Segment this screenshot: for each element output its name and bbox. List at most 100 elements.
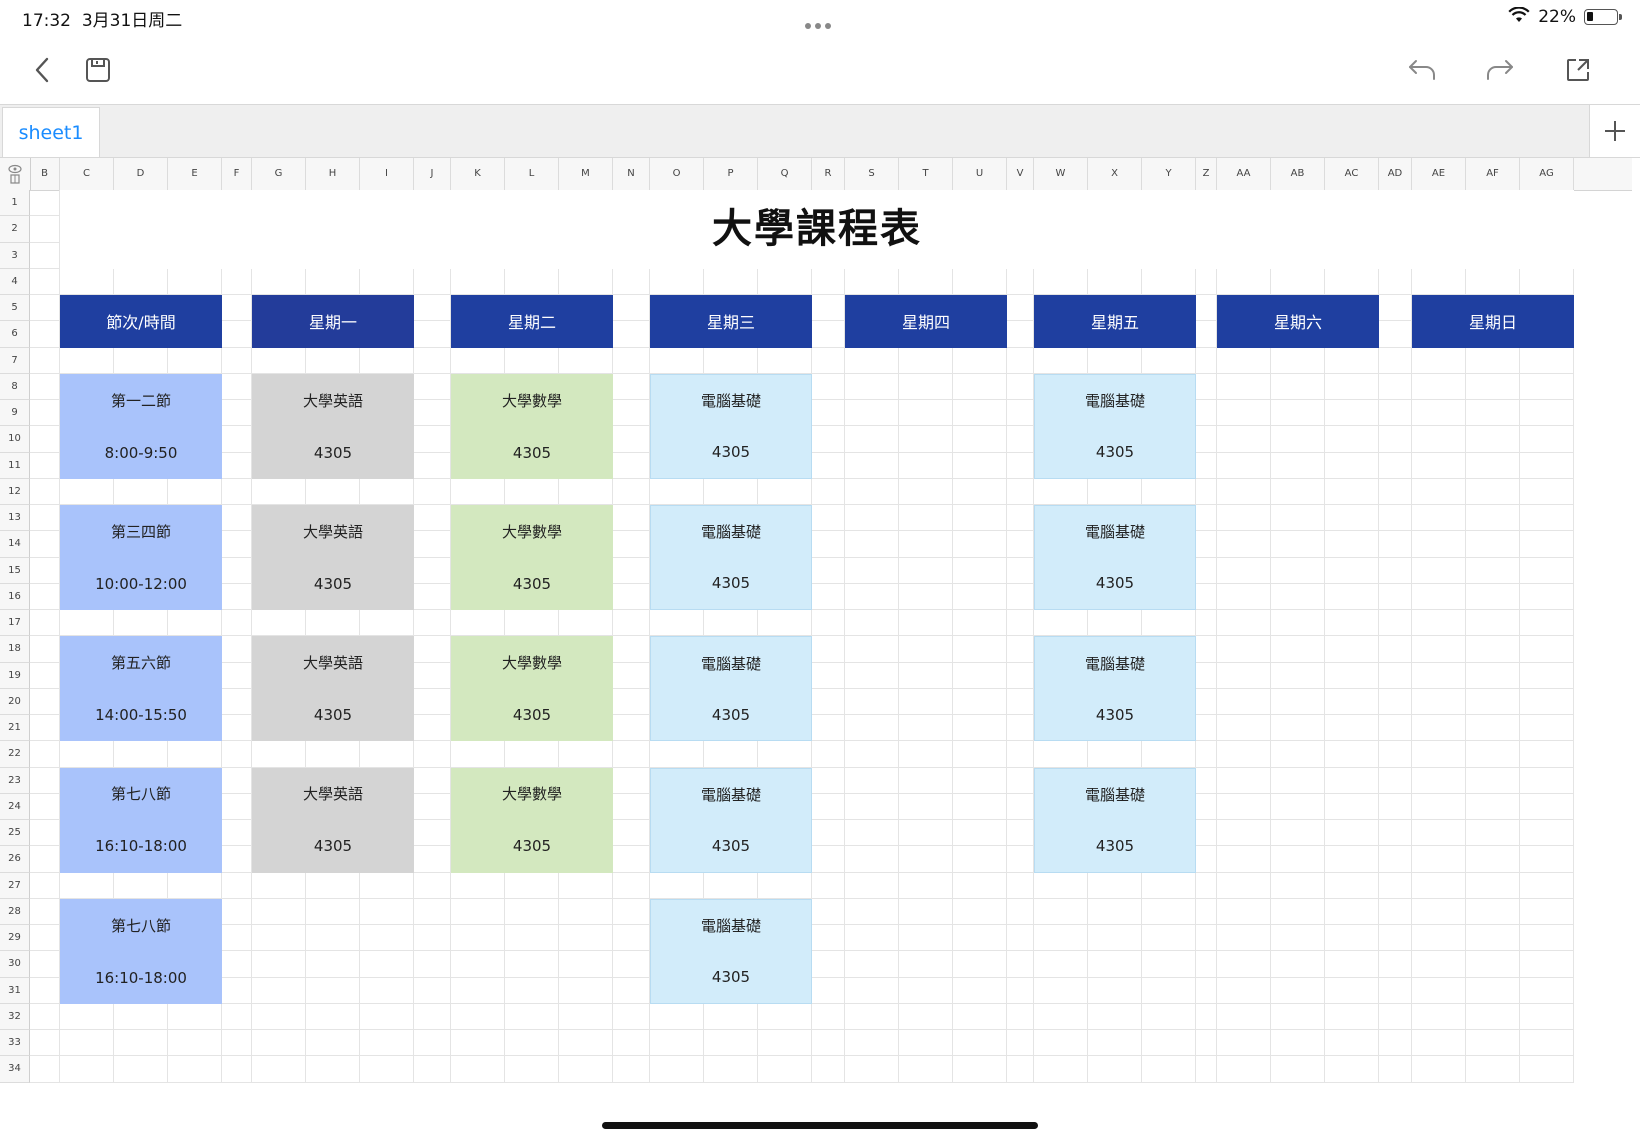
row-header-13[interactable]: 13 xyxy=(0,505,30,532)
row-header-15[interactable]: 15 xyxy=(0,557,30,584)
column-header-b[interactable]: B xyxy=(30,158,60,190)
row-header-33[interactable]: 33 xyxy=(0,1030,30,1057)
row-header-19[interactable]: 19 xyxy=(0,662,30,689)
row-header-25[interactable]: 25 xyxy=(0,820,30,847)
header-saturday[interactable]: 星期六 xyxy=(1217,295,1379,348)
period-cell[interactable]: 第三四節 10:00-12:00 xyxy=(60,505,222,610)
row-header-31[interactable]: 31 xyxy=(0,977,30,1004)
header-monday[interactable]: 星期一 xyxy=(252,295,414,348)
course-cell-tuesday[interactable]: 大學數學 4305 xyxy=(451,636,613,742)
header-sunday[interactable]: 星期日 xyxy=(1412,295,1574,348)
course-cell-friday[interactable]: 電腦基礎 4305 xyxy=(1034,505,1196,610)
column-header-i[interactable]: I xyxy=(360,158,414,190)
row-header-32[interactable]: 32 xyxy=(0,1003,30,1030)
course-cell-wednesday[interactable]: 電腦基礎 4305 xyxy=(650,505,812,610)
redo-button[interactable] xyxy=(1480,50,1520,90)
column-header-e[interactable]: E xyxy=(168,158,222,190)
header-thursday[interactable]: 星期四 xyxy=(845,295,1007,348)
column-header-t[interactable]: T xyxy=(899,158,953,190)
undo-button[interactable] xyxy=(1402,50,1442,90)
save-button[interactable] xyxy=(78,50,118,90)
row-header-26[interactable]: 26 xyxy=(0,846,30,873)
course-cell-tuesday[interactable]: 大學數學 4305 xyxy=(451,373,613,479)
column-header-p[interactable]: P xyxy=(704,158,758,190)
column-header-y[interactable]: Y xyxy=(1142,158,1196,190)
course-cell-friday[interactable]: 電腦基礎 4305 xyxy=(1034,767,1196,873)
course-cell-tuesday[interactable]: 大學數學 4305 xyxy=(451,505,613,610)
row-header-8[interactable]: 8 xyxy=(0,373,30,400)
course-cell-wednesday[interactable]: 電腦基礎 4305 xyxy=(650,898,812,1004)
row-header-29[interactable]: 29 xyxy=(0,925,30,952)
course-cell-monday[interactable]: 大學英語 4305 xyxy=(252,373,414,479)
add-sheet-button[interactable] xyxy=(1589,105,1640,157)
course-cell-tuesday[interactable]: 大學數學 4305 xyxy=(451,767,613,873)
column-header-k[interactable]: K xyxy=(451,158,505,190)
spreadsheet-grid[interactable]: B C D E F G H I J K L M N O P Q R S T U V W X Y Z AA AB AC AD AE AF AG … xyxy=(0,158,1640,1083)
column-header-m[interactable]: M xyxy=(559,158,613,190)
row-header-2[interactable]: 2 xyxy=(0,216,30,243)
column-header-x[interactable]: X xyxy=(1088,158,1142,190)
row-header-34[interactable]: 34 xyxy=(0,1056,30,1083)
column-header-h[interactable]: H xyxy=(306,158,360,190)
column-header-g[interactable]: G xyxy=(252,158,306,190)
row-header-3[interactable]: 3 xyxy=(0,242,30,269)
column-header-w[interactable]: W xyxy=(1034,158,1088,190)
row-header-10[interactable]: 10 xyxy=(0,426,30,453)
course-cell-wednesday[interactable]: 電腦基礎 4305 xyxy=(650,636,812,742)
row-header-17[interactable]: 17 xyxy=(0,610,30,637)
column-header-ad[interactable]: AD xyxy=(1379,158,1412,190)
select-all-corner[interactable] xyxy=(0,158,31,190)
course-cell-monday[interactable]: 大學英語 4305 xyxy=(252,767,414,873)
column-header-ab[interactable]: AB xyxy=(1271,158,1325,190)
column-header-z[interactable]: Z xyxy=(1196,158,1217,190)
row-header-22[interactable]: 22 xyxy=(0,741,30,768)
header-friday[interactable]: 星期五 xyxy=(1034,295,1196,348)
column-header-s[interactable]: S xyxy=(845,158,899,190)
column-header-f[interactable]: F xyxy=(222,158,252,190)
row-header-23[interactable]: 23 xyxy=(0,767,30,794)
row-header-6[interactable]: 6 xyxy=(0,321,30,348)
row-header-1[interactable]: 1 xyxy=(0,190,30,217)
column-header-o[interactable]: O xyxy=(650,158,704,190)
column-header-af[interactable]: AF xyxy=(1466,158,1520,190)
period-cell[interactable]: 第一二節 8:00-9:50 xyxy=(60,373,222,479)
row-header-27[interactable]: 27 xyxy=(0,872,30,899)
course-cell-friday[interactable]: 電腦基礎 4305 xyxy=(1034,636,1196,742)
header-wednesday[interactable]: 星期三 xyxy=(650,295,812,348)
row-header-20[interactable]: 20 xyxy=(0,688,30,715)
row-header-30[interactable]: 30 xyxy=(0,951,30,978)
period-cell[interactable]: 第五六節 14:00-15:50 xyxy=(60,636,222,742)
sheet-title[interactable]: 大學課程表 xyxy=(60,190,1574,269)
header-period-time[interactable]: 節次/時間 xyxy=(60,295,222,348)
row-header-7[interactable]: 7 xyxy=(0,347,30,374)
period-cell[interactable]: 第七八節 16:10-18:00 xyxy=(60,898,222,1004)
row-header-11[interactable]: 11 xyxy=(0,452,30,479)
column-header-u[interactable]: U xyxy=(953,158,1007,190)
multitasking-dots-icon[interactable] xyxy=(805,14,835,29)
column-header-v[interactable]: V xyxy=(1007,158,1034,190)
course-cell-monday[interactable]: 大學英語 4305 xyxy=(252,505,414,610)
period-cell[interactable]: 第七八節 16:10-18:00 xyxy=(60,767,222,873)
course-cell-friday[interactable]: 電腦基礎 4305 xyxy=(1034,373,1196,479)
row-header-14[interactable]: 14 xyxy=(0,531,30,558)
column-header-n[interactable]: N xyxy=(613,158,650,190)
column-header-l[interactable]: L xyxy=(505,158,559,190)
header-tuesday[interactable]: 星期二 xyxy=(451,295,613,348)
course-cell-wednesday[interactable]: 電腦基礎 4305 xyxy=(650,767,812,873)
row-header-12[interactable]: 12 xyxy=(0,478,30,505)
column-header-c[interactable]: C xyxy=(60,158,114,190)
row-header-18[interactable]: 18 xyxy=(0,636,30,663)
back-button[interactable] xyxy=(22,50,62,90)
column-header-d[interactable]: D xyxy=(114,158,168,190)
course-cell-wednesday[interactable]: 電腦基礎 4305 xyxy=(650,373,812,479)
row-header-24[interactable]: 24 xyxy=(0,793,30,820)
column-header-ac[interactable]: AC xyxy=(1325,158,1379,190)
column-header-aa[interactable]: AA xyxy=(1217,158,1271,190)
row-header-9[interactable]: 9 xyxy=(0,400,30,427)
column-header-ae[interactable]: AE xyxy=(1412,158,1466,190)
row-header-5[interactable]: 5 xyxy=(0,295,30,322)
row-header-21[interactable]: 21 xyxy=(0,715,30,742)
course-cell-monday[interactable]: 大學英語 4305 xyxy=(252,636,414,742)
row-header-16[interactable]: 16 xyxy=(0,583,30,610)
row-header-4[interactable]: 4 xyxy=(0,268,30,295)
